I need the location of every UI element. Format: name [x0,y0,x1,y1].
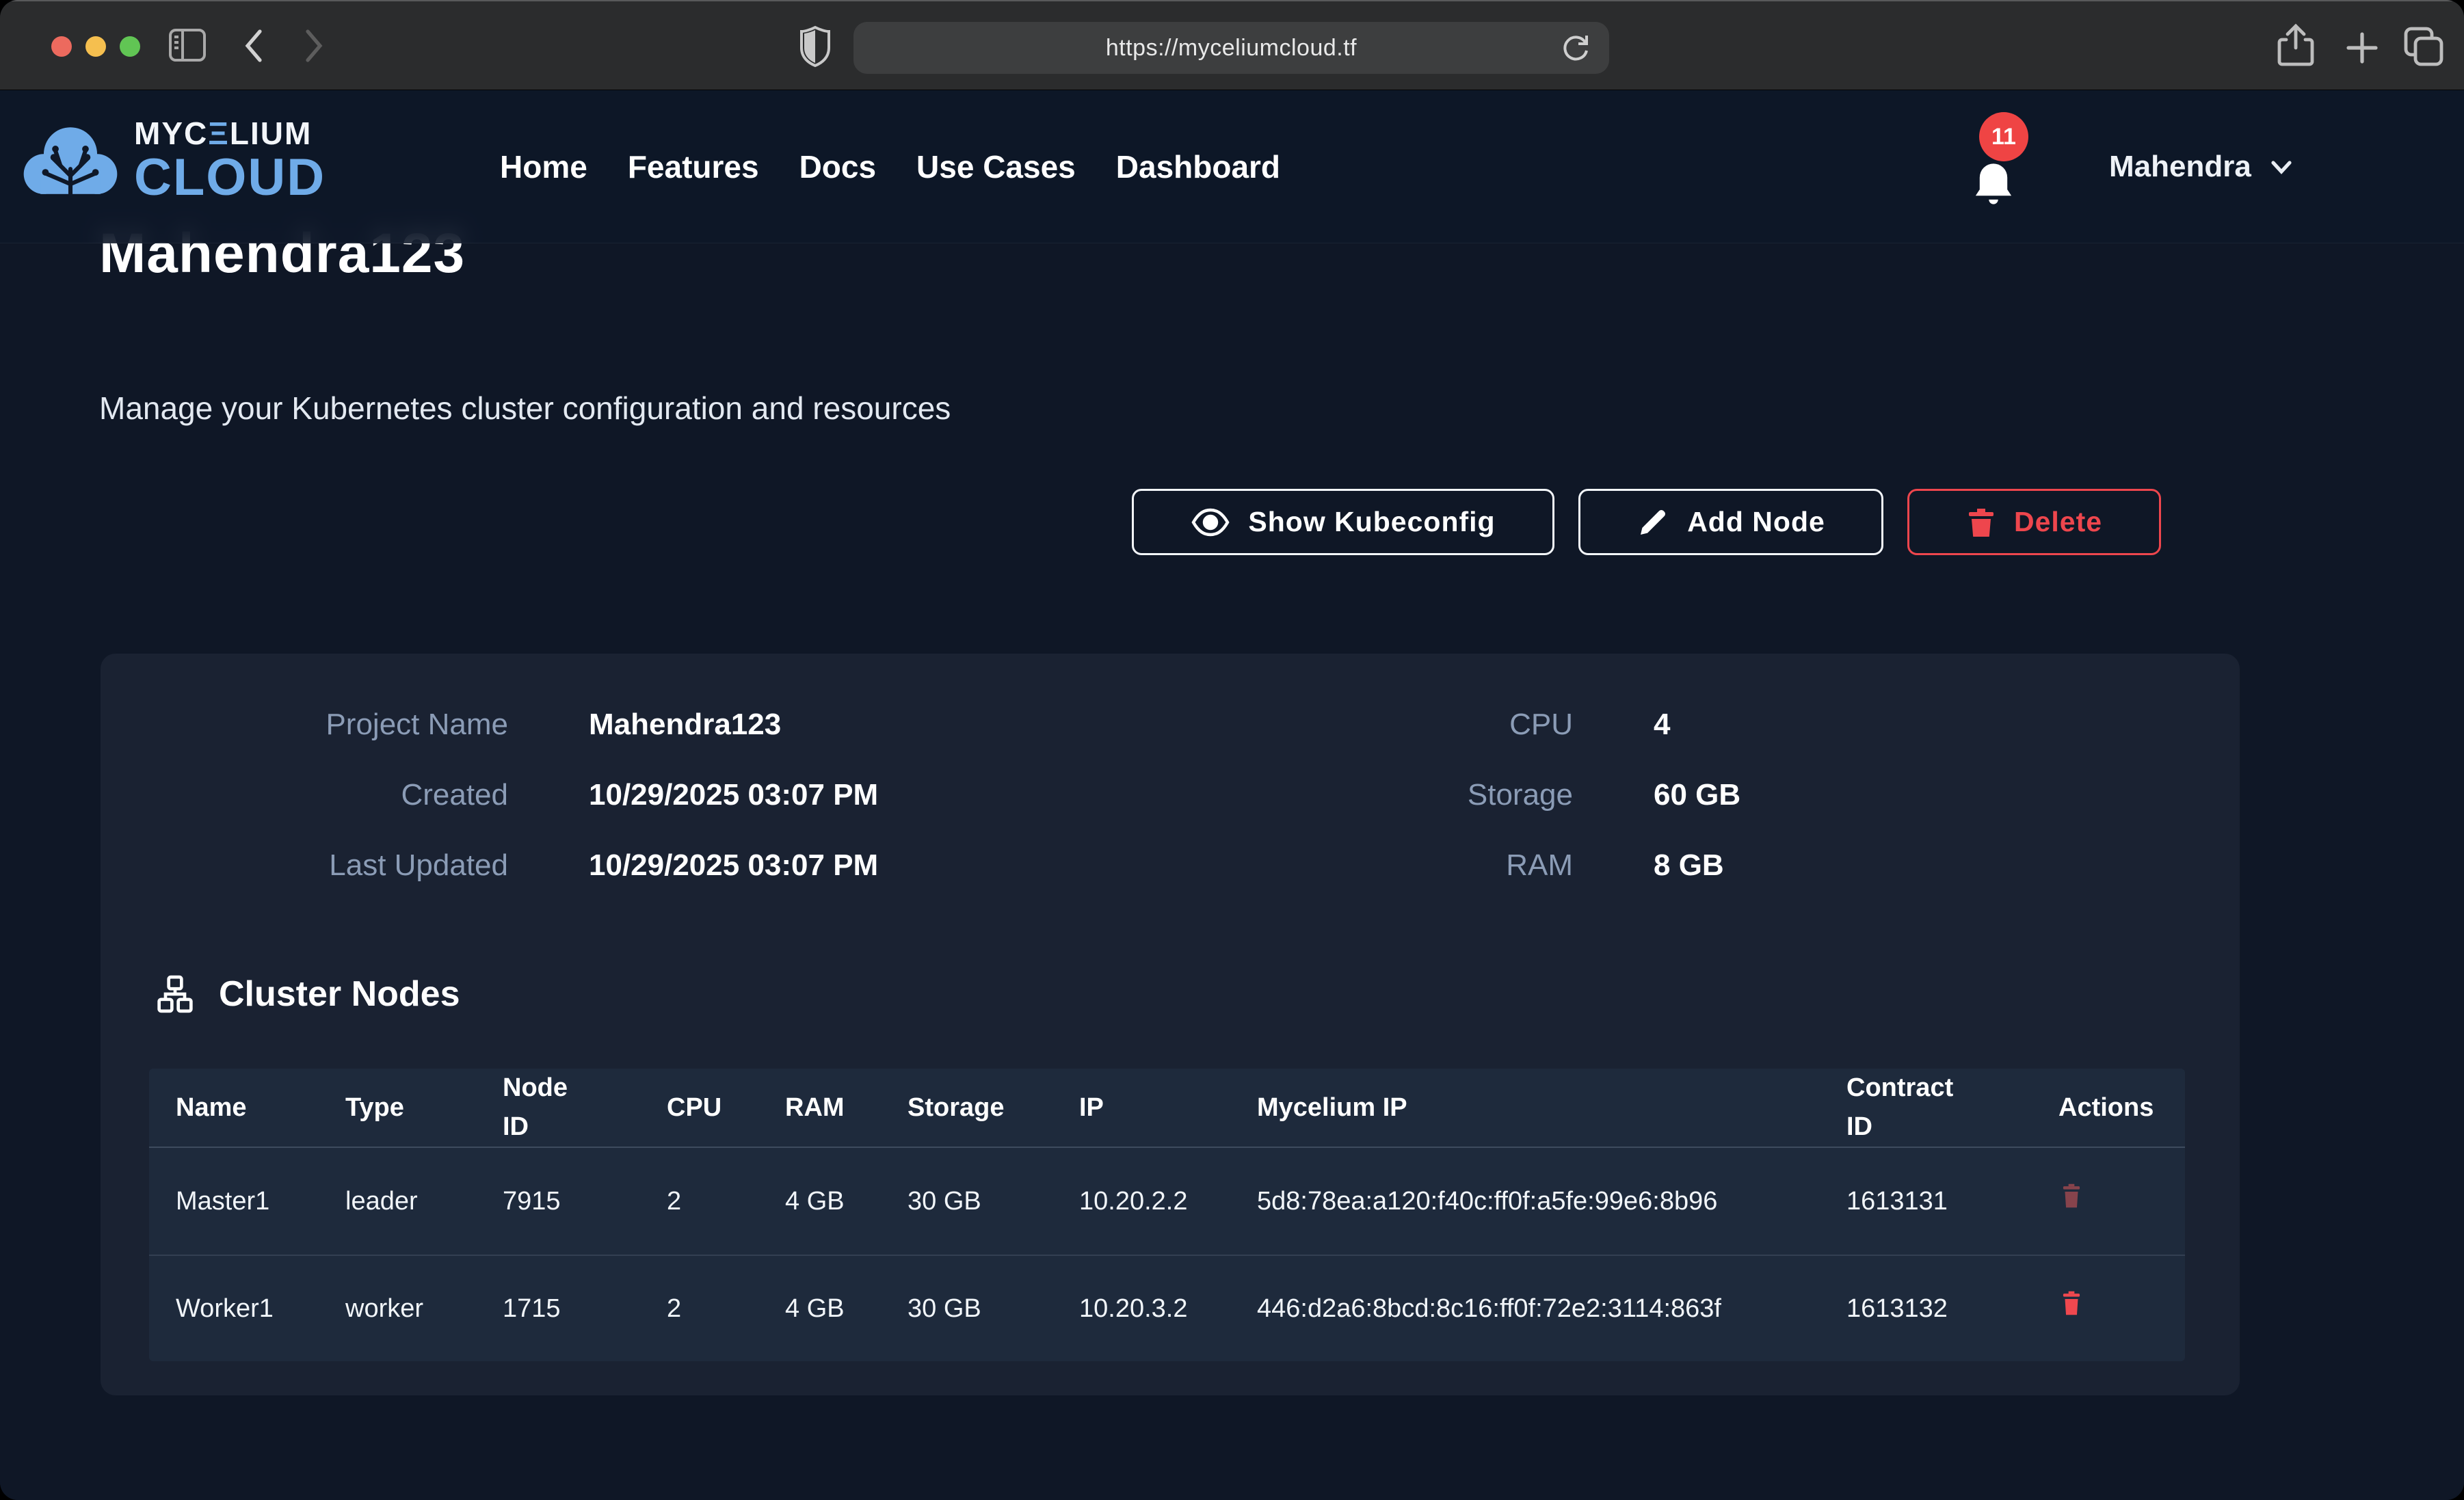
browser-toolbar: https://myceliumcloud.tf [0,0,2464,90]
zoom-window-button[interactable] [120,36,140,57]
nodes-table: Name Type Node ID CPU RAM Storage IP Myc… [149,1069,2185,1361]
notifications-button[interactable]: 11 [1964,90,2074,243]
tab-overview-icon[interactable] [2402,25,2446,68]
reload-icon[interactable] [1560,31,1591,68]
nav-item-docs[interactable]: Docs [799,148,876,185]
delete-cluster-button[interactable]: Delete [1907,489,2161,555]
brand-logo[interactable]: MYCΞLIUM CLOUD [19,118,326,204]
nav-item-features[interactable]: Features [628,148,759,185]
nav-item-dashboard[interactable]: Dashboard [1116,148,1280,185]
delete-node-button[interactable] [2058,1181,2084,1212]
cluster-details-card: Project Name Mahendra123 Created 10/29/2… [101,654,2240,1395]
cluster-info-left: Project Name Mahendra123 Created 10/29/2… [101,689,878,900]
info-row-project-name: Project Name Mahendra123 [101,689,878,760]
main-nav: Home Features Docs Use Cases Dashboard [500,90,1280,243]
add-node-button[interactable]: Add Node [1578,489,1883,555]
sitemap-icon [156,975,194,1013]
trash-icon [2058,1289,2084,1317]
cloud-logo-icon [19,119,122,202]
brand-wordmark: MYCΞLIUM CLOUD [134,118,326,204]
nodes-table-header: Name Type Node ID CPU RAM Storage IP Myc… [149,1069,2185,1148]
url-text: https://myceliumcloud.tf [1106,35,1357,62]
notification-count-badge: 11 [1979,112,2028,161]
privacy-shield-icon[interactable] [797,25,833,68]
page-subtitle: Manage your Kubernetes cluster configura… [99,390,951,427]
cluster-actions: Show Kubeconfig Add Node Delete [1132,489,2161,555]
chevron-down-icon [2266,152,2296,182]
node-row-master1: Master1 leader 7915 2 4 GB 30 GB 10.20.2… [149,1148,2185,1255]
node-row-worker1: Worker1 worker 1715 2 4 GB 30 GB 10.20.3… [149,1255,2185,1361]
eye-icon [1191,506,1230,539]
trash-icon [2058,1181,2084,1210]
info-row-last-updated: Last Updated 10/29/2025 03:07 PM [101,830,878,900]
site-header: MYCΞLIUM CLOUD Home Features Docs Use Ca… [0,90,2464,243]
delete-node-button[interactable] [2058,1289,2084,1320]
browser-window: https://myceliumcloud.tf [0,0,2464,1500]
close-window-button[interactable] [51,36,72,57]
nav-item-home[interactable]: Home [500,148,587,185]
logo-e-bars: Ξ [208,116,230,151]
trash-icon [1966,506,1996,539]
info-row-cpu: CPU 4 [1126,689,1740,760]
share-icon[interactable] [2274,23,2318,70]
page-body: Mahendra123 Manage your Kubernetes clust… [0,90,2464,1500]
pencil-icon [1637,506,1669,539]
back-button[interactable] [241,27,267,64]
show-kubeconfig-button[interactable]: Show Kubeconfig [1132,489,1554,555]
info-row-created: Created 10/29/2025 03:07 PM [101,760,878,830]
user-menu[interactable]: Mahendra [2109,90,2296,243]
cluster-nodes-heading: Cluster Nodes [156,974,460,1015]
new-tab-icon[interactable] [2344,30,2380,66]
nav-item-use-cases[interactable]: Use Cases [916,148,1076,185]
sidebar-toggle-icon[interactable] [168,26,207,64]
address-bar[interactable]: https://myceliumcloud.tf [853,22,1609,74]
user-name: Mahendra [2109,150,2251,184]
minimize-window-button[interactable] [85,36,106,57]
cluster-info-right: CPU 4 Storage 60 GB RAM 8 GB [1126,689,1740,900]
info-row-ram: RAM 8 GB [1126,830,1740,900]
forward-button[interactable] [301,27,327,64]
bell-icon [1971,160,2016,211]
info-row-storage: Storage 60 GB [1126,760,1740,830]
window-controls [51,36,140,57]
